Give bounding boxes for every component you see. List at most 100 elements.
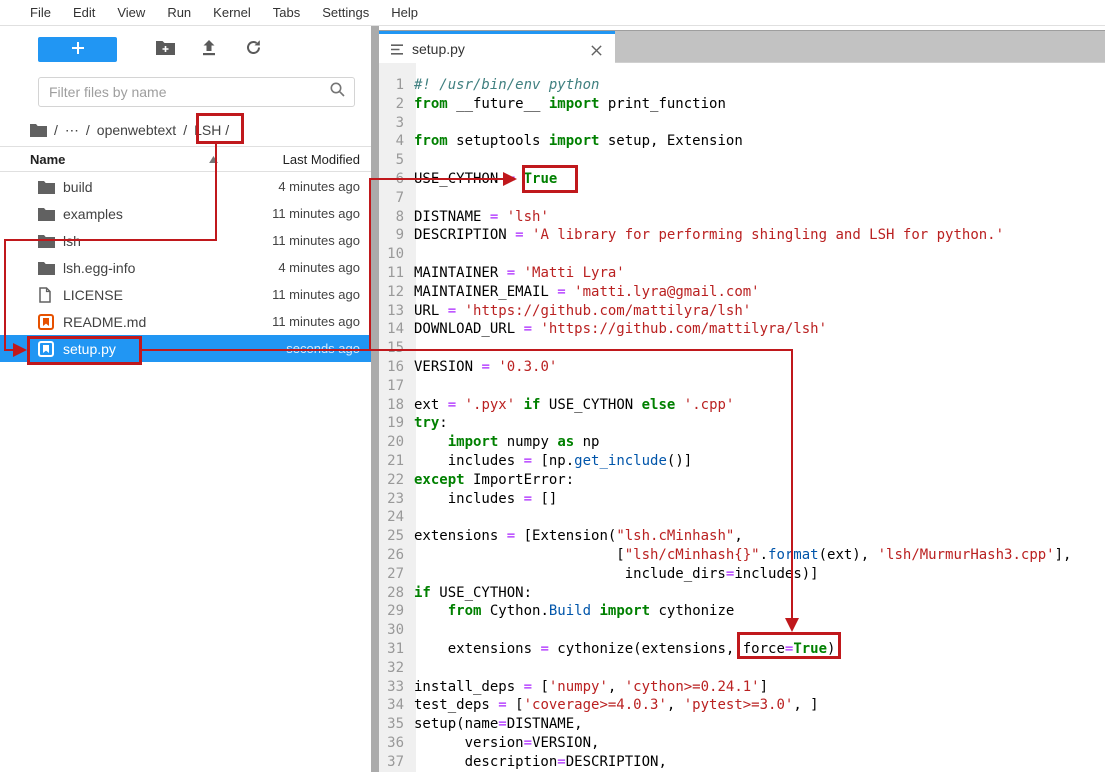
line-number: 12 <box>379 283 410 302</box>
code-text <box>410 114 414 133</box>
sort-ascending-icon[interactable] <box>209 156 218 163</box>
file-list-header: Name Last Modified <box>0 146 371 172</box>
code-line[interactable]: 1#! /usr/bin/env python <box>379 76 1105 95</box>
line-number: 8 <box>379 208 410 227</box>
code-text: except ImportError: <box>410 471 574 490</box>
code-line[interactable]: 3 <box>379 114 1105 133</box>
line-number: 37 <box>379 753 410 772</box>
tab-setup-py[interactable]: setup.py <box>379 31 615 64</box>
refresh-button[interactable] <box>231 36 275 62</box>
code-line[interactable]: 27 include_dirs=includes)] <box>379 565 1105 584</box>
code-line[interactable]: 20 import numpy as np <box>379 433 1105 452</box>
code-line[interactable]: 31 extensions = cythonize(extensions, fo… <box>379 640 1105 659</box>
code-text <box>410 245 414 264</box>
breadcrumb-item[interactable]: ⋯ <box>65 122 79 139</box>
file-last-modified: 11 minutes ago <box>272 287 360 302</box>
line-number: 31 <box>379 640 410 659</box>
line-number: 22 <box>379 471 410 490</box>
file-row-setup-py[interactable]: setup.pyseconds ago <box>0 335 371 362</box>
code-line[interactable]: 16VERSION = '0.3.0' <box>379 358 1105 377</box>
code-text: from setuptools import setup, Extension <box>410 132 743 151</box>
code-line[interactable]: 6USE_CYTHON = True <box>379 170 1105 189</box>
file-last-modified: 11 minutes ago <box>272 206 360 221</box>
jupyterlab-window: FileEditViewRunKernelTabsSettingsHelp <box>0 0 1105 772</box>
code-line[interactable]: 29 from Cython.Build import cythonize <box>379 602 1105 621</box>
code-line[interactable]: 30 <box>379 621 1105 640</box>
code-text: from __future__ import print_function <box>410 95 726 114</box>
code-line[interactable]: 32 <box>379 659 1105 678</box>
code-line[interactable]: 2from __future__ import print_function <box>379 95 1105 114</box>
panel-splitter-handle[interactable] <box>371 26 379 772</box>
code-line[interactable]: 37 description=DESCRIPTION, <box>379 753 1105 772</box>
menu-item-settings[interactable]: Settings <box>311 0 380 25</box>
code-line[interactable]: 19try: <box>379 414 1105 433</box>
code-editor[interactable]: 1#! /usr/bin/env python2from __future__ … <box>379 63 1105 772</box>
code-text: try: <box>410 414 448 433</box>
code-line[interactable]: 9DESCRIPTION = 'A library for performing… <box>379 226 1105 245</box>
menu-item-kernel[interactable]: Kernel <box>202 0 262 25</box>
code-line[interactable]: 25extensions = [Extension("lsh.cMinhash"… <box>379 527 1105 546</box>
menu-item-view[interactable]: View <box>106 0 156 25</box>
new-launcher-button[interactable] <box>38 37 117 62</box>
code-line[interactable]: 10 <box>379 245 1105 264</box>
file-row-lsh[interactable]: lsh11 minutes ago <box>0 227 371 254</box>
folder-icon <box>38 234 56 248</box>
column-header-last-modified[interactable]: Last Modified <box>283 152 360 167</box>
file-row-examples[interactable]: examples11 minutes ago <box>0 200 371 227</box>
filter-files-input[interactable] <box>49 84 329 100</box>
file-row-build[interactable]: build4 minutes ago <box>0 173 371 200</box>
file-last-modified: 4 minutes ago <box>278 260 360 275</box>
code-text <box>410 189 414 208</box>
menu-item-edit[interactable]: Edit <box>62 0 106 25</box>
code-text: if USE_CYTHON: <box>410 584 532 603</box>
code-text <box>410 508 414 527</box>
menu-item-file[interactable]: File <box>19 0 62 25</box>
code-line[interactable]: 8DISTNAME = 'lsh' <box>379 208 1105 227</box>
code-line[interactable]: 7 <box>379 189 1105 208</box>
code-line[interactable]: 5 <box>379 151 1105 170</box>
code-text: VERSION = '0.3.0' <box>410 358 557 377</box>
code-line[interactable]: 21 includes = [np.get_include()] <box>379 452 1105 471</box>
code-line[interactable]: 36 version=VERSION, <box>379 734 1105 753</box>
upload-button[interactable] <box>187 36 231 62</box>
code-line[interactable]: 28if USE_CYTHON: <box>379 584 1105 603</box>
code-line[interactable]: 13URL = 'https://github.com/mattilyra/ls… <box>379 302 1105 321</box>
menu-item-tabs[interactable]: Tabs <box>262 0 311 25</box>
code-line[interactable]: 17 <box>379 377 1105 396</box>
code-line[interactable]: 34test_deps = ['coverage>=4.0.3', 'pytes… <box>379 696 1105 715</box>
menu-item-help[interactable]: Help <box>380 0 429 25</box>
breadcrumb-item[interactable]: openwebtext <box>97 122 176 138</box>
code-line[interactable]: 23 includes = [] <box>379 490 1105 509</box>
code-text <box>410 621 414 640</box>
breadcrumb-separator: / <box>54 122 58 138</box>
code-line[interactable]: 14DOWNLOAD_URL = 'https://github.com/mat… <box>379 320 1105 339</box>
code-line[interactable]: 22except ImportError: <box>379 471 1105 490</box>
menu-bar: FileEditViewRunKernelTabsSettingsHelp <box>0 0 1105 26</box>
code-line[interactable]: 15 <box>379 339 1105 358</box>
code-line[interactable]: 24 <box>379 508 1105 527</box>
breadcrumb-item[interactable]: LSH / <box>194 122 229 138</box>
code-line[interactable]: 11MAINTAINER = 'Matti Lyra' <box>379 264 1105 283</box>
menu-item-run[interactable]: Run <box>156 0 202 25</box>
code-line[interactable]: 33install_deps = ['numpy', 'cython>=0.24… <box>379 678 1105 697</box>
markdown-file-icon <box>38 314 56 330</box>
file-row-license[interactable]: LICENSE11 minutes ago <box>0 281 371 308</box>
code-line[interactable]: 35setup(name=DISTNAME, <box>379 715 1105 734</box>
new-folder-button[interactable] <box>143 36 187 62</box>
file-last-modified: 4 minutes ago <box>278 179 360 194</box>
column-header-name[interactable]: Name <box>30 152 65 167</box>
file-last-modified: seconds ago <box>286 341 360 356</box>
line-number: 16 <box>379 358 410 377</box>
code-line[interactable]: 18ext = '.pyx' if USE_CYTHON else '.cpp' <box>379 396 1105 415</box>
file-row-readme-md[interactable]: README.md11 minutes ago <box>0 308 371 335</box>
folder-icon[interactable] <box>30 123 47 137</box>
search-icon <box>329 81 346 103</box>
code-line[interactable]: 4from setuptools import setup, Extension <box>379 132 1105 151</box>
line-number: 21 <box>379 452 410 471</box>
text-file-icon <box>390 43 404 56</box>
code-line[interactable]: 12MAINTAINER_EMAIL = 'matti.lyra@gmail.c… <box>379 283 1105 302</box>
code-text: install_deps = ['numpy', 'cython>=0.24.1… <box>410 678 768 697</box>
code-line[interactable]: 26 ["lsh/cMinhash{}".format(ext), 'lsh/M… <box>379 546 1105 565</box>
close-icon[interactable] <box>587 41 605 59</box>
file-row-lsh-egg-info[interactable]: lsh.egg-info4 minutes ago <box>0 254 371 281</box>
